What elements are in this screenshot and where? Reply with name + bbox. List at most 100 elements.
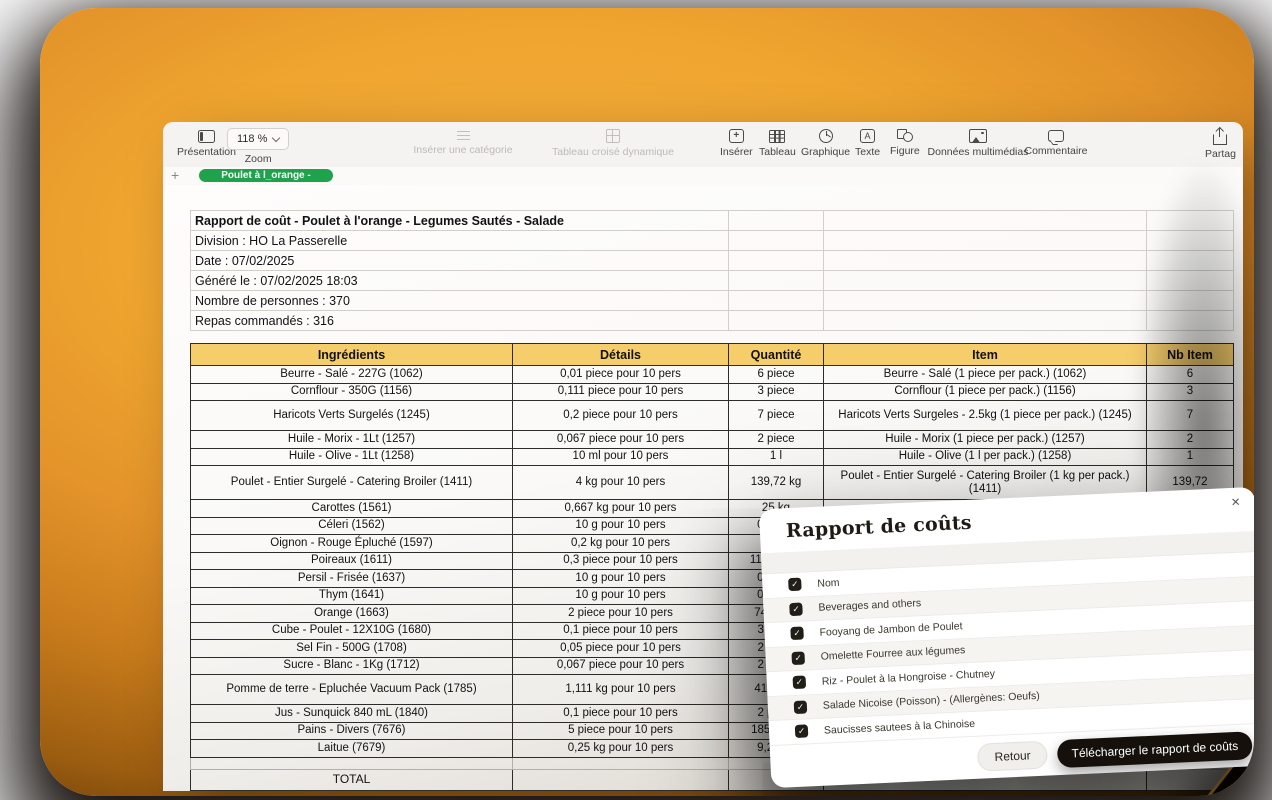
meta-cell[interactable]: Repas commandés : 316 bbox=[191, 311, 729, 331]
cell-details[interactable]: 5 piece pour 10 pers bbox=[513, 722, 729, 740]
media-button[interactable]: Données multimédias bbox=[923, 128, 1033, 158]
cell-ingredient[interactable]: Beurre - Salé - 227G (1062) bbox=[191, 366, 513, 384]
checkbox-checked-icon[interactable]: ✓ bbox=[794, 700, 808, 714]
zoom-control[interactable]: 118 % Zoom bbox=[227, 128, 289, 165]
cell-details[interactable]: 4 kg pour 10 pers bbox=[513, 466, 729, 500]
checkbox-checked-icon[interactable]: ✓ bbox=[788, 578, 802, 592]
checkbox-checked-icon[interactable]: ✓ bbox=[795, 725, 809, 739]
empty-cell[interactable] bbox=[824, 291, 1147, 311]
empty-cell[interactable] bbox=[824, 790, 1147, 791]
cell-ingredient[interactable]: Sucre - Blanc - 1Kg (1712) bbox=[191, 657, 513, 675]
cell-details[interactable]: 0,2 kg pour 10 pers bbox=[513, 535, 729, 553]
empty-cell[interactable] bbox=[191, 757, 513, 769]
cell-details[interactable]: 0,25 kg pour 10 pers bbox=[513, 740, 729, 758]
cell-item[interactable]: Beurre - Salé (1 piece per pack.) (1062) bbox=[824, 366, 1147, 384]
cell-ingredient[interactable]: Poulet - Entier Surgelé - Catering Broil… bbox=[191, 466, 513, 500]
checkbox-checked-icon[interactable]: ✓ bbox=[789, 602, 803, 616]
cell-ingredient[interactable]: Jus - Sunquick 840 mL (1840) bbox=[191, 705, 513, 723]
cell-quantity[interactable]: 7 piece bbox=[729, 401, 824, 431]
empty-cell[interactable] bbox=[729, 211, 824, 231]
cell-ingredient[interactable]: Cube - Poulet - 12X10G (1680) bbox=[191, 622, 513, 640]
checkbox-checked-icon[interactable]: ✓ bbox=[791, 651, 805, 665]
cell-details[interactable]: 0,111 piece pour 10 pers bbox=[513, 383, 729, 401]
cell-ingredient[interactable]: Laitue (7679) bbox=[191, 740, 513, 758]
empty-cell[interactable] bbox=[513, 769, 729, 790]
close-icon[interactable]: × bbox=[1231, 495, 1240, 510]
cell-ingredient[interactable]: Oignon - Rouge Épluché (1597) bbox=[191, 535, 513, 553]
cell-details[interactable]: 0,05 piece pour 10 pers bbox=[513, 640, 729, 658]
total-label-cell[interactable]: TOTAL bbox=[191, 769, 513, 790]
cell-quantity[interactable]: 6 piece bbox=[729, 366, 824, 384]
cell-details[interactable]: 0,067 piece pour 10 pers bbox=[513, 657, 729, 675]
meta-cell[interactable]: Division : HO La Passerelle bbox=[191, 231, 729, 251]
cell-quantity[interactable]: 1 l bbox=[729, 448, 824, 466]
cell-details[interactable]: 0,067 piece pour 10 pers bbox=[513, 431, 729, 449]
cell-details[interactable]: 10 ml pour 10 pers bbox=[513, 448, 729, 466]
total-label-cell[interactable]: TOTAL PAR PERSONNE bbox=[191, 790, 513, 791]
meta-cell[interactable]: Date : 07/02/2025 bbox=[191, 251, 729, 271]
empty-cell[interactable] bbox=[824, 271, 1147, 291]
cell-details[interactable]: 0,1 piece pour 10 pers bbox=[513, 622, 729, 640]
zoom-value-button[interactable]: 118 % bbox=[227, 128, 289, 150]
shape-button[interactable]: Figure bbox=[890, 128, 920, 157]
sheet-tab-poulet-a-l-orange[interactable]: Poulet à l_orange - bbox=[199, 169, 333, 182]
cell-ingredient[interactable]: Carottes (1561) bbox=[191, 500, 513, 518]
cell-ingredient[interactable]: Huile - Olive - 1Lt (1258) bbox=[191, 448, 513, 466]
cell-details[interactable]: 0,3 piece pour 10 pers bbox=[513, 552, 729, 570]
column-header-1[interactable]: Détails bbox=[513, 344, 729, 366]
cell-item[interactable]: Huile - Morix (1 piece per pack.) (1257) bbox=[824, 431, 1147, 449]
column-header-2[interactable]: Quantité bbox=[729, 344, 824, 366]
chart-button[interactable]: Graphique bbox=[801, 128, 850, 158]
back-button[interactable]: Retour bbox=[977, 740, 1048, 771]
empty-cell[interactable] bbox=[729, 251, 824, 271]
cell-item[interactable]: Haricots Verts Surgeles - 2.5kg (1 piece… bbox=[824, 401, 1147, 431]
download-report-button[interactable]: Télécharger le rapport de coûts bbox=[1057, 731, 1253, 768]
empty-cell[interactable] bbox=[729, 790, 824, 791]
cell-details[interactable]: 2 piece pour 10 pers bbox=[513, 605, 729, 623]
cell-quantity[interactable]: 3 piece bbox=[729, 383, 824, 401]
cell-quantity[interactable]: 139,72 kg bbox=[729, 466, 824, 500]
cell-ingredient[interactable]: Céleri (1562) bbox=[191, 517, 513, 535]
cell-ingredient[interactable]: Huile - Morix - 1Lt (1257) bbox=[191, 431, 513, 449]
empty-cell[interactable] bbox=[729, 271, 824, 291]
cell-item[interactable]: Huile - Olive (1 l per pack.) (1258) bbox=[824, 448, 1147, 466]
cell-details[interactable]: 0,2 piece pour 10 pers bbox=[513, 401, 729, 431]
checkbox-checked-icon[interactable]: ✓ bbox=[793, 676, 807, 690]
cell-quantity[interactable]: 2 piece bbox=[729, 431, 824, 449]
meta-cell[interactable]: Généré le : 07/02/2025 18:03 bbox=[191, 271, 729, 291]
cell-details[interactable]: 0,667 kg pour 10 pers bbox=[513, 500, 729, 518]
empty-cell[interactable] bbox=[513, 757, 729, 769]
cell-ingredient[interactable]: Cornflour - 350G (1156) bbox=[191, 383, 513, 401]
empty-cell[interactable] bbox=[824, 211, 1147, 231]
cell-details[interactable]: 0,01 piece pour 10 pers bbox=[513, 366, 729, 384]
cell-details[interactable]: 1,111 kg pour 10 pers bbox=[513, 675, 729, 705]
empty-cell[interactable] bbox=[824, 251, 1147, 271]
empty-cell[interactable] bbox=[729, 311, 824, 331]
cell-ingredient[interactable]: Pomme de terre - Epluchée Vacuum Pack (1… bbox=[191, 675, 513, 705]
cell-details[interactable]: 0,1 piece pour 10 pers bbox=[513, 705, 729, 723]
cell-ingredient[interactable]: Poireaux (1611) bbox=[191, 552, 513, 570]
cell-ingredient[interactable]: Thym (1641) bbox=[191, 587, 513, 605]
column-header-3[interactable]: Item bbox=[824, 344, 1147, 366]
empty-cell[interactable] bbox=[513, 790, 729, 791]
table-button[interactable]: Tableau bbox=[759, 128, 796, 158]
cell-ingredient[interactable]: Haricots Verts Surgelés (1245) bbox=[191, 401, 513, 431]
cell-details[interactable]: 10 g pour 10 pers bbox=[513, 570, 729, 588]
cell-item[interactable]: Cornflour (1 piece per pack.) (1156) bbox=[824, 383, 1147, 401]
add-sheet-button[interactable]: + bbox=[171, 167, 179, 184]
cell-ingredient[interactable]: Orange (1663) bbox=[191, 605, 513, 623]
checkbox-checked-icon[interactable]: ✓ bbox=[790, 627, 804, 641]
cell-details[interactable]: 10 g pour 10 pers bbox=[513, 587, 729, 605]
column-header-0[interactable]: Ingrédients bbox=[191, 344, 513, 366]
text-button[interactable]: Texte bbox=[855, 128, 880, 158]
report-title-cell[interactable]: Rapport de coût - Poulet à l'orange - Le… bbox=[191, 211, 729, 231]
meta-cell[interactable]: Nombre de personnes : 370 bbox=[191, 291, 729, 311]
insert-button[interactable]: Insérer bbox=[720, 128, 753, 158]
cell-details[interactable]: 10 g pour 10 pers bbox=[513, 517, 729, 535]
cell-ingredient[interactable]: Persil - Frisée (1637) bbox=[191, 570, 513, 588]
empty-cell[interactable] bbox=[824, 231, 1147, 251]
empty-cell[interactable] bbox=[729, 231, 824, 251]
share-button[interactable]: Partag bbox=[1205, 128, 1236, 160]
cell-ingredient[interactable]: Pains - Divers (7676) bbox=[191, 722, 513, 740]
empty-cell[interactable] bbox=[729, 291, 824, 311]
